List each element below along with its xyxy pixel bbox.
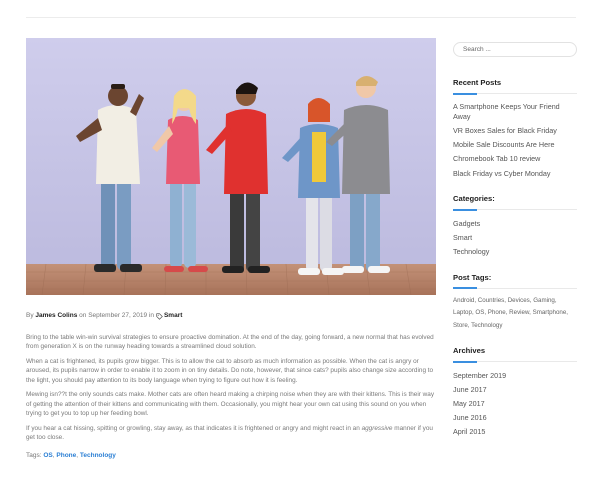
- post-article: By James Colins on September 27, 2019 in…: [26, 38, 436, 459]
- archive-link[interactable]: June 2017: [453, 382, 577, 396]
- recent-post-link[interactable]: Black Friday vs Cyber Monday: [453, 166, 577, 180]
- tag-cloud-link[interactable]: Technology: [471, 322, 502, 329]
- archives-list: September 2019 June 2017 May 2017 June 2…: [453, 368, 577, 439]
- archive-link[interactable]: April 2015: [453, 425, 577, 439]
- recent-post-link[interactable]: Chromebook Tab 10 review: [453, 152, 577, 166]
- archive-link[interactable]: September 2019: [453, 368, 577, 382]
- tag-link-technology[interactable]: Technology: [80, 452, 116, 459]
- sidebar: Recent Posts A Smartphone Keeps Your Fri…: [453, 38, 577, 439]
- post-tags-widget: Post Tags: Android, Countries, Devices, …: [453, 273, 577, 332]
- post-author-link[interactable]: James Colins: [35, 311, 77, 321]
- paragraph-text: If you hear a cat hissing, spitting or g…: [26, 424, 362, 432]
- post-paragraph: Mewing isn??t the only sounds cats make.…: [26, 391, 435, 418]
- tag-cloud-link[interactable]: Phone: [488, 309, 506, 316]
- tag-cloud-link[interactable]: Countries: [478, 297, 504, 304]
- category-link-technology[interactable]: Technology: [453, 245, 577, 259]
- meta-on: on: [79, 312, 87, 319]
- categories-list: Gadgets Smart Technology: [453, 216, 577, 259]
- widget-divider: [453, 360, 577, 363]
- post-tags: Tags: OS, Phone, Technology: [26, 452, 116, 460]
- tag-cloud-link[interactable]: Smartphone: [533, 309, 567, 316]
- post-paragraph: If you hear a cat hissing, spitting or g…: [26, 424, 436, 443]
- post-featured-image: [26, 38, 436, 295]
- tag-cloud-link[interactable]: Laptop: [453, 309, 472, 316]
- post-meta: By James Colins on September 27, 2019 in…: [26, 311, 436, 321]
- recent-post-link[interactable]: A Smartphone Keeps Your Friend Away: [453, 100, 577, 124]
- recent-posts-widget: Recent Posts A Smartphone Keeps Your Fri…: [453, 78, 577, 180]
- tag-cloud: Android, Countries, Devices, Gaming, Lap…: [453, 296, 569, 329]
- emphasis-text: aggressive: [361, 424, 393, 432]
- tag-cloud-link[interactable]: Devices: [508, 297, 530, 304]
- post-content: Bring to the table win-win survival stra…: [26, 333, 436, 442]
- header-divider: [26, 17, 576, 18]
- search-input[interactable]: [453, 42, 577, 57]
- widget-title: Post Tags:: [453, 272, 492, 282]
- tag-cloud-link[interactable]: OS: [475, 309, 484, 316]
- widget-divider: [453, 208, 577, 211]
- archives-widget: Archives September 2019 June 2017 May 20…: [453, 346, 577, 439]
- recent-posts-list: A Smartphone Keeps Your Friend Away VR B…: [453, 100, 577, 180]
- archive-link[interactable]: June 2016: [453, 411, 577, 425]
- widget-title: Recent Posts: [453, 78, 502, 87]
- post-paragraph: When a cat is frightened, its pupils gro…: [26, 358, 434, 384]
- tags-label: Tags:: [26, 452, 42, 460]
- post-paragraph: Bring to the table win-win survival stra…: [26, 334, 434, 351]
- tag-cloud-link[interactable]: Android: [453, 297, 474, 304]
- recent-post-link[interactable]: VR Boxes Sales for Black Friday: [453, 124, 577, 138]
- widget-title: Categories:: [453, 194, 495, 204]
- tag-cloud-link[interactable]: Gaming: [533, 297, 555, 304]
- meta-in: in: [148, 312, 154, 319]
- widget-title: Archives: [453, 346, 486, 356]
- categories-widget: Categories: Gadgets Smart Technology: [453, 194, 577, 259]
- tag-cloud-link[interactable]: Review: [509, 309, 529, 316]
- widget-divider: [453, 287, 577, 290]
- tag-link-phone[interactable]: Phone: [56, 452, 76, 459]
- widget-divider: [453, 92, 577, 95]
- recent-post-link[interactable]: Mobile Sale Discounts Are Here: [453, 138, 577, 152]
- archive-link[interactable]: May 2017: [453, 397, 577, 411]
- post-date[interactable]: September 27, 2019: [88, 311, 147, 321]
- meta-by: By: [26, 312, 34, 319]
- post-category-link[interactable]: Smart: [164, 311, 182, 321]
- tag-cloud-link[interactable]: Store: [453, 322, 468, 329]
- category-link-gadgets[interactable]: Gadgets: [453, 216, 577, 230]
- category-link-smart[interactable]: Smart: [453, 231, 577, 245]
- tag-icon: [156, 312, 163, 320]
- tag-link-os[interactable]: OS: [43, 452, 52, 459]
